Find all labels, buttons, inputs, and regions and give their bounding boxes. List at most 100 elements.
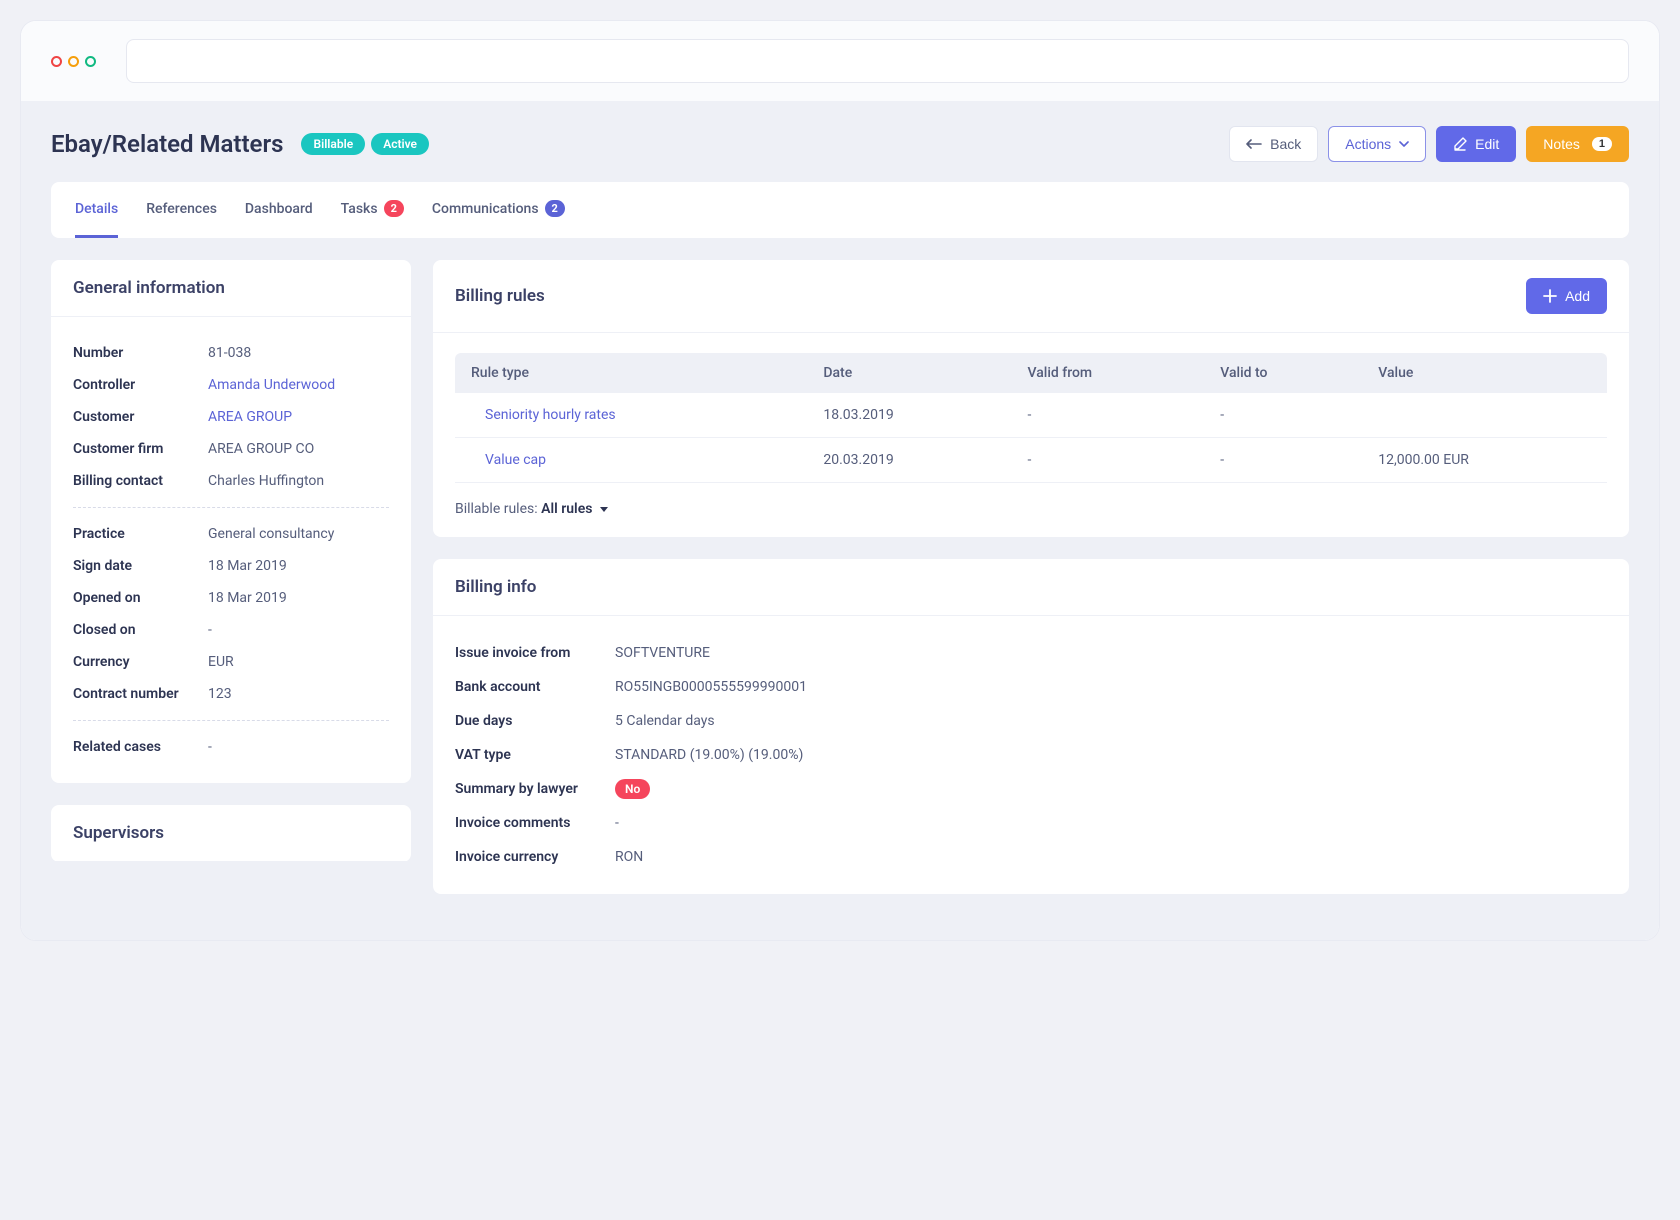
minimize-dot-icon[interactable] bbox=[68, 56, 79, 67]
close-dot-icon[interactable] bbox=[51, 56, 62, 67]
notes-label: Notes bbox=[1543, 136, 1580, 152]
info-label: Related cases bbox=[73, 739, 208, 755]
table-cell[interactable]: Seniority hourly rates bbox=[455, 393, 807, 438]
search-input[interactable] bbox=[126, 39, 1629, 83]
info-label: Controller bbox=[73, 377, 208, 393]
table-cell: 18.03.2019 bbox=[807, 393, 1011, 438]
card-body: Rule type Date Valid from Valid to Value… bbox=[433, 333, 1629, 537]
info-value: 18 Mar 2019 bbox=[208, 590, 287, 606]
add-rule-button[interactable]: Add bbox=[1526, 278, 1607, 314]
col-rule-type: Rule type bbox=[455, 353, 807, 393]
arrow-left-icon bbox=[1246, 138, 1262, 150]
info-value[interactable]: Amanda Underwood bbox=[208, 377, 335, 393]
table-cell: - bbox=[1011, 438, 1204, 483]
detail-value: STANDARD (19.00%) (19.00%) bbox=[615, 747, 803, 763]
detail-row: Due days5 Calendar days bbox=[455, 704, 1607, 738]
card-body: Issue invoice fromSOFTVENTUREBank accoun… bbox=[433, 616, 1629, 894]
info-label: Contract number bbox=[73, 686, 208, 702]
info-row: CurrencyEUR bbox=[73, 646, 389, 678]
tab-details[interactable]: Details bbox=[75, 182, 118, 238]
tab-communications[interactable]: Communications 2 bbox=[432, 182, 565, 238]
table-row: Seniority hourly rates18.03.2019-- bbox=[455, 393, 1607, 438]
card-header: General information bbox=[51, 260, 411, 317]
col-valid-from: Valid from bbox=[1011, 353, 1204, 393]
page-content: Ebay/Related Matters Billable Active Bac… bbox=[21, 102, 1659, 940]
table-row: Value cap20.03.2019--12,000.00 EUR bbox=[455, 438, 1607, 483]
title-group: Ebay/Related Matters Billable Active bbox=[51, 130, 429, 158]
card-header: Billing rules Add bbox=[433, 260, 1629, 333]
info-label: Currency bbox=[73, 654, 208, 670]
info-value[interactable]: AREA GROUP bbox=[208, 409, 292, 425]
info-row: ControllerAmanda Underwood bbox=[73, 369, 389, 401]
edit-icon bbox=[1453, 137, 1467, 151]
col-value: Value bbox=[1362, 353, 1607, 393]
status-badge: Active bbox=[371, 133, 429, 155]
table-cell bbox=[1362, 393, 1607, 438]
billing-rules-table: Rule type Date Valid from Valid to Value… bbox=[455, 353, 1607, 483]
tab-tasks[interactable]: Tasks 2 bbox=[341, 182, 404, 238]
detail-label: Invoice currency bbox=[455, 849, 615, 865]
tab-badge: 2 bbox=[545, 200, 565, 217]
billable-rules-label: Billable rules: bbox=[455, 501, 538, 517]
info-value: 81-038 bbox=[208, 345, 251, 361]
detail-value: No bbox=[615, 781, 650, 797]
tab-label: References bbox=[146, 201, 217, 217]
tab-label: Details bbox=[75, 201, 118, 217]
detail-label: Summary by lawyer bbox=[455, 781, 615, 797]
info-label: Sign date bbox=[73, 558, 208, 574]
tab-dashboard[interactable]: Dashboard bbox=[245, 182, 313, 238]
info-value: 18 Mar 2019 bbox=[208, 558, 287, 574]
col-date: Date bbox=[807, 353, 1011, 393]
table-cell: - bbox=[1204, 393, 1362, 438]
back-button[interactable]: Back bbox=[1229, 126, 1318, 162]
card-title: Billing rules bbox=[455, 286, 545, 306]
billable-rules-value: All rules bbox=[541, 501, 592, 517]
detail-row: VAT typeSTANDARD (19.00%) (19.00%) bbox=[455, 738, 1607, 772]
detail-label: Issue invoice from bbox=[455, 645, 615, 661]
tab-references[interactable]: References bbox=[146, 182, 217, 238]
back-label: Back bbox=[1270, 136, 1301, 152]
header-actions: Back Actions Edit Notes 1 bbox=[1229, 126, 1629, 162]
info-value: 123 bbox=[208, 686, 232, 702]
left-column: General information Number81-038Controll… bbox=[51, 260, 411, 884]
card-header: Supervisors bbox=[51, 805, 411, 862]
no-pill-badge: No bbox=[615, 779, 650, 799]
actions-dropdown-button[interactable]: Actions bbox=[1328, 126, 1426, 162]
info-label: Practice bbox=[73, 526, 208, 542]
detail-row: Bank accountRO55INGB0000555599990001 bbox=[455, 670, 1607, 704]
info-row: CustomerAREA GROUP bbox=[73, 401, 389, 433]
col-valid-to: Valid to bbox=[1204, 353, 1362, 393]
detail-row: Summary by lawyerNo bbox=[455, 772, 1607, 806]
tabs-bar: Details References Dashboard Tasks 2 Com… bbox=[51, 182, 1629, 238]
info-row: Billing contactCharles Huffington bbox=[73, 465, 389, 497]
supervisors-card: Supervisors bbox=[51, 805, 411, 862]
edit-button[interactable]: Edit bbox=[1436, 126, 1516, 162]
maximize-dot-icon[interactable] bbox=[85, 56, 96, 67]
info-row: Customer firmAREA GROUP CO bbox=[73, 433, 389, 465]
window-controls bbox=[51, 56, 96, 67]
plus-icon bbox=[1543, 289, 1557, 303]
edit-label: Edit bbox=[1475, 136, 1499, 152]
billable-rules-filter[interactable]: Billable rules: All rules bbox=[455, 501, 1607, 517]
table-cell: - bbox=[1204, 438, 1362, 483]
info-value: General consultancy bbox=[208, 526, 334, 542]
table-cell: 20.03.2019 bbox=[807, 438, 1011, 483]
detail-label: Invoice comments bbox=[455, 815, 615, 831]
info-row: Closed on- bbox=[73, 614, 389, 646]
notes-button[interactable]: Notes 1 bbox=[1526, 126, 1629, 162]
info-row: Number81-038 bbox=[73, 337, 389, 369]
status-badges: Billable Active bbox=[301, 133, 429, 155]
info-value: - bbox=[208, 739, 212, 755]
table-cell: 12,000.00 EUR bbox=[1362, 438, 1607, 483]
detail-value: 5 Calendar days bbox=[615, 713, 715, 729]
info-label: Closed on bbox=[73, 622, 208, 638]
info-row: Opened on18 Mar 2019 bbox=[73, 582, 389, 614]
table-cell[interactable]: Value cap bbox=[455, 438, 807, 483]
info-row: Related cases- bbox=[73, 731, 389, 763]
notes-count-badge: 1 bbox=[1592, 137, 1612, 151]
detail-value: RO55INGB0000555599990001 bbox=[615, 679, 807, 695]
info-label: Number bbox=[73, 345, 208, 361]
card-title: Billing info bbox=[455, 577, 536, 597]
billing-rules-card: Billing rules Add Rule type Date bbox=[433, 260, 1629, 537]
tab-badge: 2 bbox=[384, 200, 404, 217]
